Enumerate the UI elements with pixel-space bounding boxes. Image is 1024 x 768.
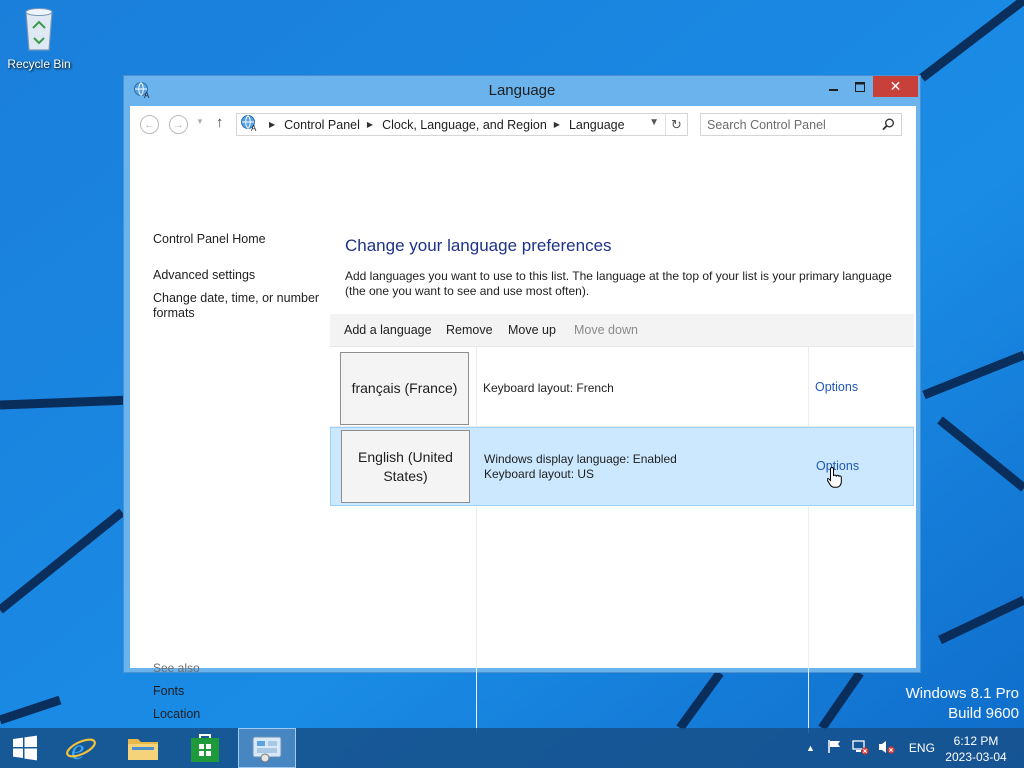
see-also-heading: See also — [153, 661, 200, 675]
search-input[interactable] — [707, 114, 877, 135]
start-button[interactable] — [0, 728, 50, 768]
recent-locations-chevron-icon[interactable]: ▼ — [196, 117, 204, 126]
internet-explorer-taskbar-button[interactable]: e — [52, 728, 110, 768]
notification-area: ▲ ENG — [806, 728, 935, 768]
minimize-button[interactable] — [821, 76, 847, 97]
change-date-time-formats-link[interactable]: Change date, time, or number formats — [153, 291, 325, 321]
control-panel-icon — [252, 736, 282, 763]
title-bar[interactable]: A Language ✕ — [124, 76, 920, 104]
maximize-icon — [855, 81, 865, 92]
move-up-button[interactable]: Move up — [508, 323, 556, 337]
navigation-bar: ← → ▼ ↑ A ▶ Control Panel ▶ Clock, Langu… — [130, 106, 916, 142]
system-clock[interactable]: 6:12 PM 2023-03-04 — [938, 733, 1014, 765]
window-client-area: ← → ▼ ↑ A ▶ Control Panel ▶ Clock, Langu… — [130, 106, 916, 733]
build-text: Build 9600 — [948, 705, 1019, 722]
language-tile[interactable]: français (France) — [340, 352, 469, 425]
svg-text:e: e — [71, 733, 84, 764]
display-language-text: Windows display language: Enabled — [484, 452, 677, 466]
file-explorer-taskbar-button[interactable] — [114, 728, 172, 768]
language-info: Keyboard layout: French — [483, 381, 614, 396]
remove-button[interactable]: Remove — [446, 323, 493, 337]
store-icon — [191, 734, 219, 762]
advanced-settings-link[interactable]: Advanced settings — [153, 268, 325, 283]
clock-date: 2023-03-04 — [945, 750, 1007, 764]
move-down-button[interactable]: Move down — [574, 323, 638, 337]
forward-arrow-icon: → — [173, 118, 184, 131]
keyboard-layout-text: Keyboard layout: French — [483, 381, 614, 395]
keyboard-layout-text: Keyboard layout: US — [484, 467, 595, 481]
svg-text:A: A — [251, 124, 257, 132]
forward-button[interactable]: → — [169, 115, 188, 134]
language-tile[interactable]: English (United States) — [341, 430, 470, 503]
windows-edition-watermark: Windows 8.1 Pro Build 9600 — [906, 684, 1019, 724]
show-hidden-icons-chevron-icon[interactable]: ▲ — [806, 743, 815, 753]
store-taskbar-button[interactable] — [176, 728, 234, 768]
add-language-button[interactable]: Add a language — [344, 323, 432, 337]
back-button[interactable]: ← — [140, 115, 159, 134]
action-center-flag-icon[interactable] — [827, 739, 842, 757]
fonts-link[interactable]: Fonts — [153, 684, 325, 699]
control-panel-home-link[interactable]: Control Panel Home — [153, 232, 325, 247]
window-title: Language — [488, 82, 556, 99]
internet-explorer-icon: e — [66, 733, 96, 764]
left-navigation-pane: Control Panel Home Advanced settings Cha… — [130, 142, 330, 721]
language-window: A Language ✕ ← → ▼ ↑ A ▶ Control Panel ▶… — [123, 75, 921, 733]
windows-logo-icon — [13, 735, 37, 761]
language-options-link[interactable]: Options — [815, 380, 858, 394]
address-bar[interactable]: A ▶ Control Panel ▶ Clock, Language, and… — [236, 113, 688, 136]
page-title: Change your language preferences — [345, 236, 612, 255]
search-box[interactable] — [700, 113, 902, 136]
up-arrow-icon[interactable]: ↑ — [216, 114, 224, 131]
close-button[interactable]: ✕ — [873, 76, 918, 97]
taskbar: e ▲ ENG 6:12 PM 2023-03-04 — [0, 728, 1024, 768]
refresh-button[interactable]: ↻ — [665, 114, 687, 135]
hand-cursor-icon — [827, 466, 842, 488]
folder-icon — [128, 739, 158, 760]
breadcrumb: ▶ Control Panel ▶ Clock, Language, and R… — [262, 118, 625, 132]
location-link[interactable]: Location — [153, 707, 325, 722]
clock-time: 6:12 PM — [953, 734, 999, 748]
edition-text: Windows 8.1 Pro — [905, 685, 1019, 702]
language-row[interactable]: English (United States) Windows display … — [330, 427, 914, 506]
network-icon[interactable] — [852, 739, 869, 758]
recycle-bin-icon — [25, 8, 53, 51]
control-panel-location-icon: A — [240, 114, 258, 135]
close-icon: ✕ — [889, 78, 902, 94]
speaker-muted-icon[interactable] — [878, 739, 895, 758]
language-row[interactable]: français (France) Keyboard layout: Frenc… — [330, 348, 914, 427]
breadcrumb-language[interactable]: Language — [569, 118, 625, 132]
breadcrumb-control-panel[interactable]: Control Panel — [284, 118, 360, 132]
back-arrow-icon: ← — [144, 118, 155, 131]
breadcrumb-clock-language-region[interactable]: Clock, Language, and Region — [382, 118, 547, 132]
search-icon[interactable] — [882, 118, 895, 134]
language-info: Windows display language: Enabled Keyboa… — [484, 452, 677, 482]
maximize-button[interactable] — [847, 76, 873, 97]
breadcrumb-separator-icon[interactable]: ▶ — [367, 120, 373, 129]
control-panel-taskbar-button[interactable] — [238, 728, 296, 768]
refresh-icon: ↻ — [671, 116, 682, 132]
language-toolbar: Add a language Remove Move up Move down — [330, 314, 914, 347]
recycle-bin-shortcut[interactable]: Recycle Bin — [4, 6, 74, 71]
breadcrumb-separator-icon[interactable]: ▶ — [554, 120, 560, 129]
recycle-bin-label: Recycle Bin — [7, 57, 71, 71]
minimize-icon — [829, 88, 838, 91]
input-language-indicator[interactable]: ENG — [909, 741, 935, 755]
page-description: Add languages you want to use to this li… — [345, 269, 892, 298]
breadcrumb-separator-icon[interactable]: ▶ — [269, 120, 275, 129]
address-dropdown-chevron-icon[interactable]: ▼ — [649, 117, 659, 128]
main-content: Change your language preferences Add lan… — [330, 142, 916, 733]
